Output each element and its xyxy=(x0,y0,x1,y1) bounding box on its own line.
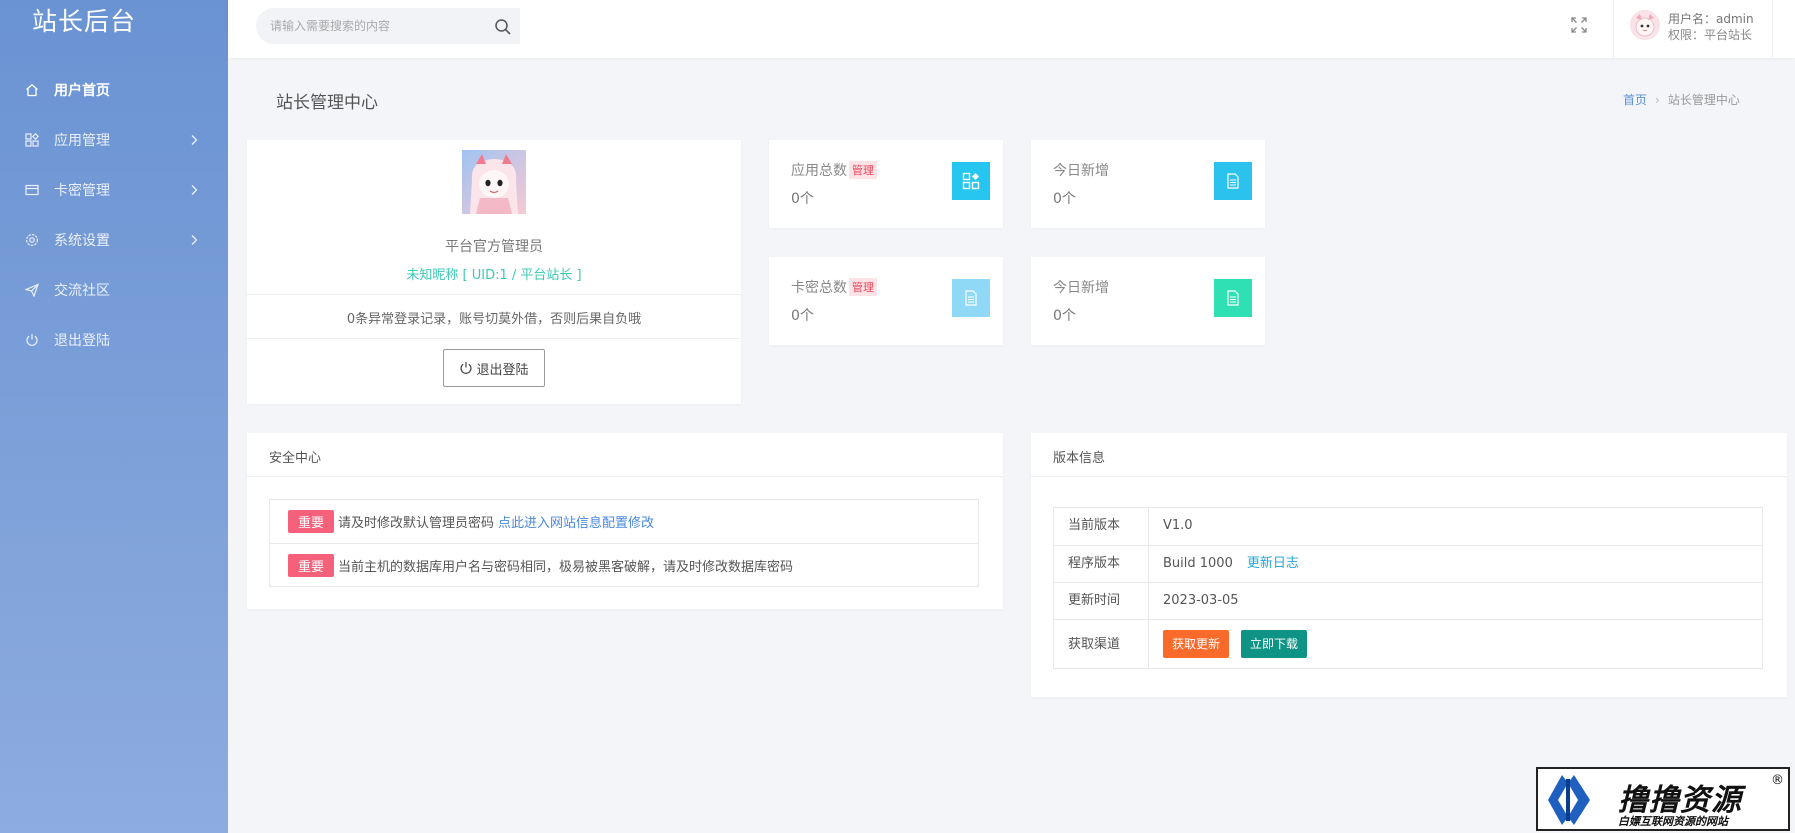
changelog-link[interactable]: 更新日志 xyxy=(1247,556,1299,571)
stat-today-new-cards: 今日新增 0个 xyxy=(1031,257,1265,345)
document-icon xyxy=(952,279,990,317)
sidebar: 站长后台 用户首页 应用管理 卡密管理 系统设置 交流社区 退出登陆 xyxy=(0,0,228,833)
settings-icon xyxy=(24,232,40,248)
config-link[interactable]: 点此进入网站信息配置修改 xyxy=(498,512,654,531)
chevron-right-icon xyxy=(186,132,202,148)
stat-label: 今日新增 xyxy=(1053,280,1109,296)
row-label: 更新时间 xyxy=(1068,593,1121,608)
breadcrumb-current: 站长管理中心 xyxy=(1667,93,1740,107)
update-time: 2023-03-05 xyxy=(1163,593,1239,608)
search-icon[interactable] xyxy=(494,18,512,36)
profile-avatar xyxy=(462,150,526,214)
panel-title: 版本信息 xyxy=(1053,451,1106,466)
home-icon xyxy=(24,82,40,98)
power-icon xyxy=(459,361,473,375)
breadcrumb-separator: › xyxy=(1655,93,1660,107)
user-role: 权限：平台站长 xyxy=(1668,28,1753,42)
table-row: 获取渠道 获取更新 立即下载 xyxy=(1054,619,1762,670)
stat-value: 0个 xyxy=(791,308,814,324)
sidebar-item-label: 用户首页 xyxy=(54,83,110,99)
important-tag: 重要 xyxy=(288,510,335,533)
stat-value: 0个 xyxy=(1053,191,1076,207)
search-box xyxy=(256,8,520,44)
registered-icon: ® xyxy=(1771,773,1784,788)
breadcrumb-home[interactable]: 首页 xyxy=(1623,93,1647,107)
get-update-button[interactable]: 获取更新 xyxy=(1163,630,1230,658)
table-row: 更新时间 2023-03-05 xyxy=(1054,582,1762,619)
user-name: 用户名：admin xyxy=(1668,12,1754,26)
send-icon xyxy=(24,282,40,298)
stat-value: 0个 xyxy=(791,191,814,207)
profile-card: 平台官方管理员 未知昵称 [ UID:1 / 平台站长 ] 0条异常登录记录，账… xyxy=(247,140,741,404)
program-version: Build 1000 xyxy=(1163,556,1233,571)
stat-label: 卡密总数 xyxy=(791,280,847,296)
profile-name: 平台官方管理员 xyxy=(445,239,543,255)
divider xyxy=(247,338,741,339)
manage-badge[interactable]: 管理 xyxy=(849,278,877,296)
fullscreen-icon[interactable] xyxy=(1570,16,1588,34)
row-label: 当前版本 xyxy=(1068,518,1121,533)
apps-icon xyxy=(24,132,40,148)
important-tag: 重要 xyxy=(288,553,335,577)
sidebar-item-label: 系统设置 xyxy=(54,233,110,249)
manage-badge[interactable]: 管理 xyxy=(849,161,877,179)
security-panel: 安全中心 重要 请及时修改默认管理员密码 点此进入网站信息配置修改 重要 当前主… xyxy=(247,433,1003,609)
stat-today-new-apps: 今日新增 0个 xyxy=(1031,140,1265,228)
watermark-subtitle: 白嫖互联网资源的网站 xyxy=(1618,815,1728,828)
document-icon xyxy=(1214,162,1252,200)
download-now-button[interactable]: 立即下载 xyxy=(1241,630,1308,658)
profile-uid: 未知昵称 [ UID:1 / 平台站长 ] xyxy=(406,268,582,283)
sidebar-item-label: 卡密管理 xyxy=(54,183,110,199)
sidebar-item-cards[interactable]: 卡密管理 xyxy=(0,165,228,215)
sidebar-item-home[interactable]: 用户首页 xyxy=(0,65,228,115)
topbar: 用户名：admin 权限：平台站长 xyxy=(228,0,1795,58)
power-icon xyxy=(24,332,40,348)
sidebar-item-label: 退出登陆 xyxy=(54,333,110,349)
document-icon xyxy=(1214,279,1252,317)
version-table: 当前版本 V1.0 程序版本 Build 1000 更新日志 更新时间 2023-… xyxy=(1053,507,1763,669)
sidebar-item-logout[interactable]: 退出登陆 xyxy=(0,315,228,365)
divider xyxy=(247,294,741,295)
stat-card-total: 卡密总数 管理 0个 xyxy=(769,257,1003,345)
sidebar-item-label: 应用管理 xyxy=(54,133,110,149)
avatar xyxy=(1630,10,1660,40)
logout-button[interactable]: 退出登陆 xyxy=(443,349,545,387)
chevron-right-icon xyxy=(186,232,202,248)
table-row: 当前版本 V1.0 xyxy=(1054,508,1762,545)
apps-icon xyxy=(952,162,990,200)
security-text: 当前主机的数据库用户名与密码相同，极易被黑客破解，请及时修改数据库密码 xyxy=(338,559,794,575)
list-item: 重要 当前主机的数据库用户名与密码相同，极易被黑客破解，请及时修改数据库密码 xyxy=(270,543,978,586)
sidebar-item-community[interactable]: 交流社区 xyxy=(0,265,228,315)
security-list: 重要 请及时修改默认管理员密码 点此进入网站信息配置修改 重要 当前主机的数据库… xyxy=(269,499,979,587)
list-item: 重要 请及时修改默认管理员密码 点此进入网站信息配置修改 xyxy=(270,500,978,543)
divider xyxy=(247,476,1003,477)
card-icon xyxy=(24,182,40,198)
sidebar-item-settings[interactable]: 系统设置 xyxy=(0,215,228,265)
security-text: 请及时修改默认管理员密码 xyxy=(338,516,495,531)
current-version: V1.0 xyxy=(1163,518,1193,533)
sidebar-item-apps[interactable]: 应用管理 xyxy=(0,115,228,165)
panel-title: 安全中心 xyxy=(269,451,322,466)
breadcrumb: 首页 › 站长管理中心 xyxy=(1623,91,1740,108)
row-label: 获取渠道 xyxy=(1068,637,1121,652)
version-panel: 版本信息 当前版本 V1.0 程序版本 Build 1000 更新日志 更新时间 … xyxy=(1031,433,1787,697)
page-title: 站长管理中心 xyxy=(276,93,378,113)
sidebar-nav: 用户首页 应用管理 卡密管理 系统设置 交流社区 退出登陆 xyxy=(0,65,228,365)
divider xyxy=(1031,476,1787,477)
watermark: 撸撸资源 ® 白嫖互联网资源的网站 xyxy=(1536,767,1790,831)
sidebar-item-label: 交流社区 xyxy=(54,283,110,299)
app-logo[interactable]: 站长后台 xyxy=(0,0,228,44)
logout-label: 退出登陆 xyxy=(476,362,529,378)
user-menu[interactable]: 用户名：admin 权限：平台站长 xyxy=(1613,0,1773,58)
search-input[interactable] xyxy=(270,8,480,44)
table-row: 程序版本 Build 1000 更新日志 xyxy=(1054,545,1762,582)
stat-value: 0个 xyxy=(1053,308,1076,324)
stat-app-total: 应用总数 管理 0个 xyxy=(769,140,1003,228)
watermark-logo-icon xyxy=(1544,773,1594,827)
stat-label: 应用总数 xyxy=(791,163,847,179)
chevron-right-icon xyxy=(186,182,202,198)
row-label: 程序版本 xyxy=(1068,556,1121,571)
login-notice: 0条异常登录记录，账号切莫外借，否则后果自负哦 xyxy=(346,312,642,327)
stat-label: 今日新增 xyxy=(1053,163,1109,179)
